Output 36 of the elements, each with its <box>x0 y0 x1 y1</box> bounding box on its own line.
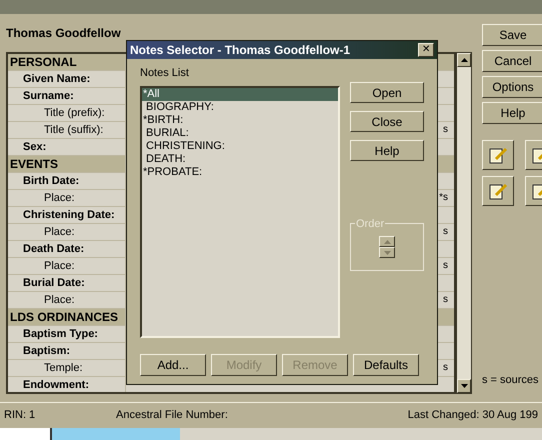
desktop-strip <box>0 428 50 440</box>
person-name: Thomas Goodfellow <box>6 25 122 42</box>
side-button[interactable]: Options <box>482 76 542 98</box>
source-marker: s <box>443 293 448 307</box>
note-item[interactable]: CHRISTENING: <box>142 140 338 152</box>
last-changed: Last Changed: 30 Aug 199 <box>408 408 538 424</box>
rin-text: RIN: 1 <box>4 408 36 424</box>
note-item[interactable]: *All <box>142 88 338 100</box>
dialog-title: Notes Selector - Thomas Goodfellow-1 <box>130 42 350 59</box>
side-button[interactable]: Help <box>482 102 542 124</box>
source-marker: s <box>443 259 448 273</box>
source-marker: s <box>443 361 448 375</box>
side-button[interactable]: Cancel <box>482 50 542 72</box>
note-item[interactable]: *BIRTH: <box>142 114 338 126</box>
source-marker: s <box>443 123 448 137</box>
source-marker: *s <box>439 191 448 205</box>
close-button[interactable]: ✕ <box>418 43 434 57</box>
ancestral-file-number: Ancestral File Number: <box>116 408 229 424</box>
note-item[interactable]: BIOGRAPHY: <box>142 100 338 114</box>
notes-list-label: Notes List <box>140 66 190 81</box>
dialog-button[interactable]: Defaults <box>353 354 419 376</box>
note-item[interactable]: DEATH: <box>142 152 338 166</box>
dialog-button[interactable]: Close <box>350 111 424 132</box>
legend-text: s = sources <box>482 372 540 388</box>
scroll-down-icon[interactable] <box>460 384 468 388</box>
note-item[interactable]: *PROBATE: <box>142 166 338 178</box>
dialog-button[interactable]: Open <box>350 82 424 103</box>
notes-tool-icon[interactable] <box>482 176 514 206</box>
scrollbar[interactable] <box>456 52 472 394</box>
scroll-up-icon[interactable] <box>460 58 468 62</box>
source-marker: s <box>443 225 448 239</box>
notes-tool-icon[interactable] <box>482 140 514 170</box>
side-button[interactable]: Save <box>482 24 542 46</box>
dialog-button[interactable]: Add... <box>140 354 206 376</box>
note-item[interactable]: BURIAL: <box>142 126 338 140</box>
dialog-button[interactable]: Help <box>350 140 424 161</box>
